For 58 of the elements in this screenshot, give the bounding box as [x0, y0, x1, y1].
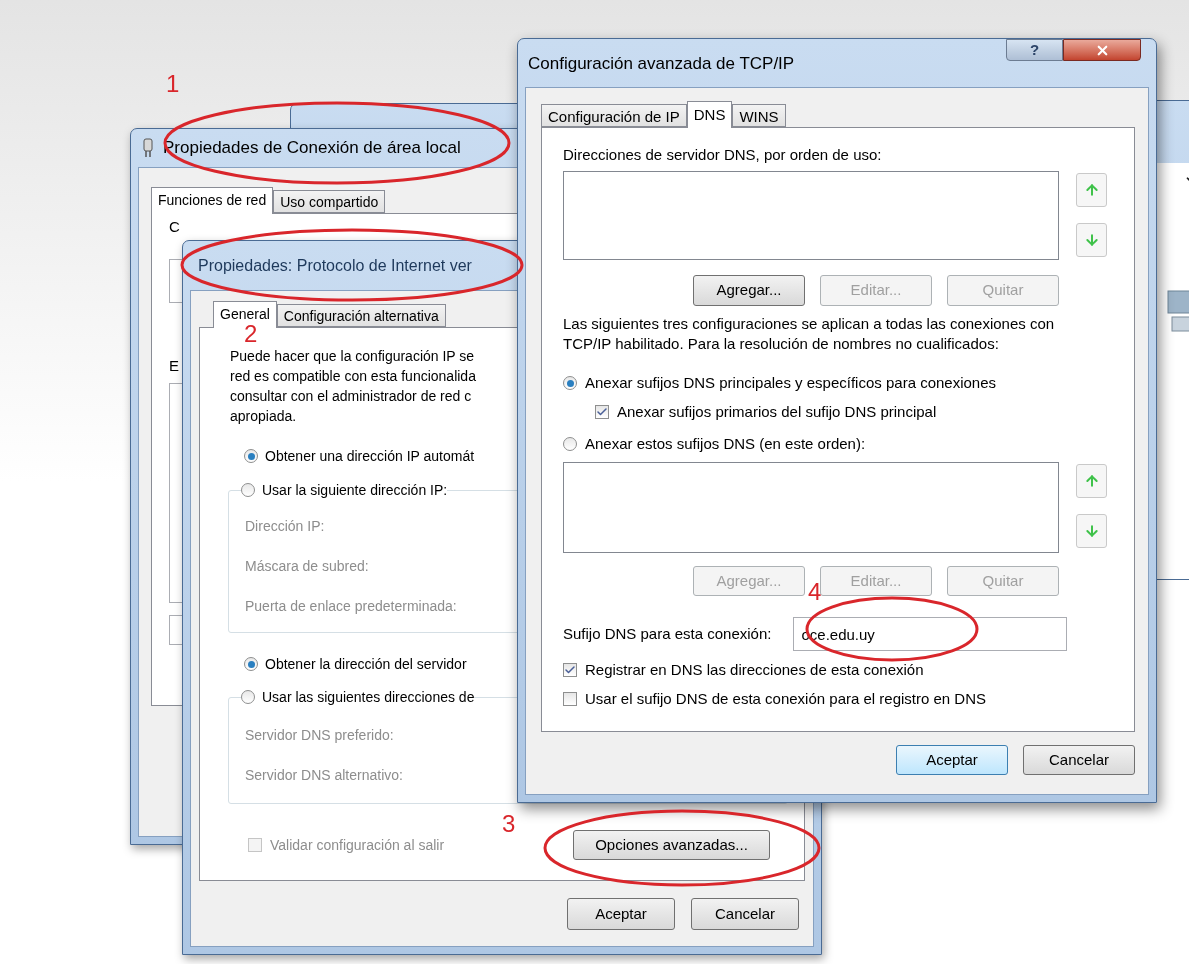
radio-label: Anexar estos sufijos DNS (en este orden):	[585, 433, 866, 454]
checkbox-label: Anexar sufijos primarios del sufijo DNS principal	[617, 401, 937, 422]
radio-button[interactable]	[244, 449, 258, 463]
close-button[interactable]	[1063, 39, 1141, 61]
field-label: Máscara de subred:	[245, 556, 369, 576]
field-label: Dirección IP:	[245, 516, 325, 536]
radio-label: Obtener la dirección del servidor	[265, 654, 467, 674]
field-label: Servidor DNS preferido:	[245, 725, 394, 745]
field-label: Puerta de enlace predeterminada:	[245, 596, 457, 616]
radio-label: Anexar sufijos DNS principales y específicos para conexiones	[585, 372, 997, 393]
text-fragment: C	[169, 217, 180, 237]
annotation-number: 4	[808, 580, 822, 604]
tab[interactable]: Funciones de red	[151, 187, 274, 214]
tab[interactable]: Configuración de IP	[541, 104, 687, 127]
radio-button[interactable]	[563, 376, 577, 390]
field-label: Sufijo DNS para esta conexión:	[563, 623, 772, 644]
checkbox-label: Validar configuración al salir	[270, 835, 445, 855]
dns-server-list[interactable]	[563, 171, 1059, 260]
dialog-button[interactable]: Agregar...	[693, 275, 805, 306]
section-label: Direcciones de servidor DNS, por orden de uso:	[563, 145, 883, 165]
text-fragment: E	[169, 355, 179, 376]
move-down-button[interactable]	[1076, 223, 1107, 257]
dialog-button[interactable]: Cancelar	[691, 898, 799, 930]
move-up-button[interactable]	[1076, 173, 1107, 207]
annotation-number: 3	[502, 812, 516, 836]
radio-button[interactable]	[241, 690, 255, 704]
radio-button[interactable]	[244, 657, 258, 671]
window-title: Configuración avanzada de TCP/IP	[528, 53, 795, 75]
radio-button[interactable]	[563, 437, 577, 451]
dns-suffix-list[interactable]	[563, 462, 1059, 553]
dialog-button[interactable]: Cancelar	[1023, 745, 1135, 775]
checkbox-label: Registrar en DNS las direcciones de esta conexión	[585, 659, 924, 680]
info-text: Las siguientes tres configuraciones se aplican a todas las conexiones con TCP/IP habilitado. Para la resolución de nombres no cualificados:	[563, 314, 1056, 354]
window-title: Propiedades: Protocolo de Internet ver	[198, 255, 472, 276]
checkbox[interactable]	[595, 405, 609, 419]
dialog-button[interactable]: Aceptar	[896, 745, 1008, 775]
radio-button[interactable]	[241, 483, 255, 497]
help-button[interactable]: ?	[1006, 39, 1063, 61]
check-icon	[564, 664, 576, 676]
field-label: Servidor DNS alternativo:	[245, 765, 403, 785]
radio-label: Usar la siguiente dirección IP:	[262, 480, 448, 500]
move-up-button[interactable]	[1076, 464, 1107, 498]
tab[interactable]: WINS	[732, 104, 786, 127]
radio-label: Obtener una dirección IP automát	[265, 446, 475, 466]
tab[interactable]: Uso compartido	[273, 190, 386, 213]
annotation-number: 1	[166, 72, 180, 96]
checkbox[interactable]	[563, 663, 577, 677]
dialog-button[interactable]: Opciones avanzadas...	[573, 830, 770, 860]
network-plug-icon	[141, 138, 155, 158]
dialog-button[interactable]: Aceptar	[567, 898, 675, 930]
tab[interactable]: Configuración alternativa	[276, 304, 446, 327]
move-down-button[interactable]	[1076, 514, 1107, 548]
checkbox-label: Usar el sufijo DNS de esta conexión para el registro en DNS	[585, 688, 987, 709]
check-icon	[596, 406, 608, 418]
tab[interactable]: DNS	[686, 101, 733, 128]
description-text: Puede hacer que la configuración IP se red es compatible con esta funcionalida consultar con el administrador de red c apropiada.	[230, 347, 476, 426]
checkbox[interactable]	[563, 692, 577, 706]
radio-label: Usar las siguientes direcciones de	[262, 687, 475, 707]
